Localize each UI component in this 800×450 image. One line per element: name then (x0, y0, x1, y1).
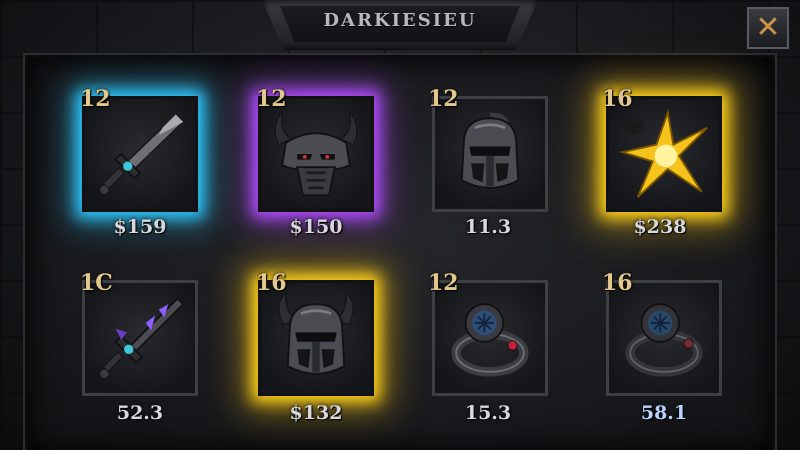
item-price: $150 (289, 216, 343, 238)
item-level: 12 (428, 270, 459, 296)
item-level: 12 (256, 86, 287, 112)
item-level: 16 (602, 270, 633, 296)
item-level: 16 (256, 270, 287, 296)
inventory-screen: DARKIESIEU ✕ 12 $159 12 $150 12 11.3 16 … (0, 0, 800, 450)
item-level: 12 (80, 86, 111, 112)
item-level: 16 (602, 86, 633, 112)
item-level: 1C (80, 270, 113, 296)
helmet-icon (460, 112, 520, 189)
item-price: 58.1 (640, 402, 688, 424)
star-burst-icon (618, 108, 708, 198)
horned-armor-icon (274, 110, 358, 197)
sword-icon (99, 113, 185, 195)
item-price: $159 (113, 216, 167, 238)
item-price: 52.3 (116, 402, 164, 424)
item-slot-helmet[interactable] (432, 96, 548, 212)
item-price: $238 (633, 216, 687, 238)
item-level: 12 (428, 86, 459, 112)
spiked-sword-icon (99, 297, 185, 379)
close-button[interactable]: ✕ (747, 7, 789, 49)
item-slot-dark-ring[interactable] (606, 280, 722, 396)
item-slot-sword[interactable] (82, 96, 198, 212)
ruby-ring-icon (451, 303, 529, 377)
item-price: 15.3 (464, 402, 512, 424)
item-slot-ruby-ring[interactable] (432, 280, 548, 396)
close-icon: ✕ (755, 10, 781, 45)
item-price: $132 (289, 402, 343, 424)
item-slot-armor[interactable] (258, 96, 374, 212)
dark-ring-icon (625, 303, 703, 377)
item-slot-horned-helmet[interactable] (258, 280, 374, 396)
item-price: 11.3 (464, 216, 512, 238)
horned-helmet-icon (278, 291, 354, 375)
item-slot-spiked-sword[interactable] (82, 280, 198, 396)
item-slot-star[interactable] (606, 96, 722, 212)
panel-title: DARKIESIEU (323, 10, 477, 31)
